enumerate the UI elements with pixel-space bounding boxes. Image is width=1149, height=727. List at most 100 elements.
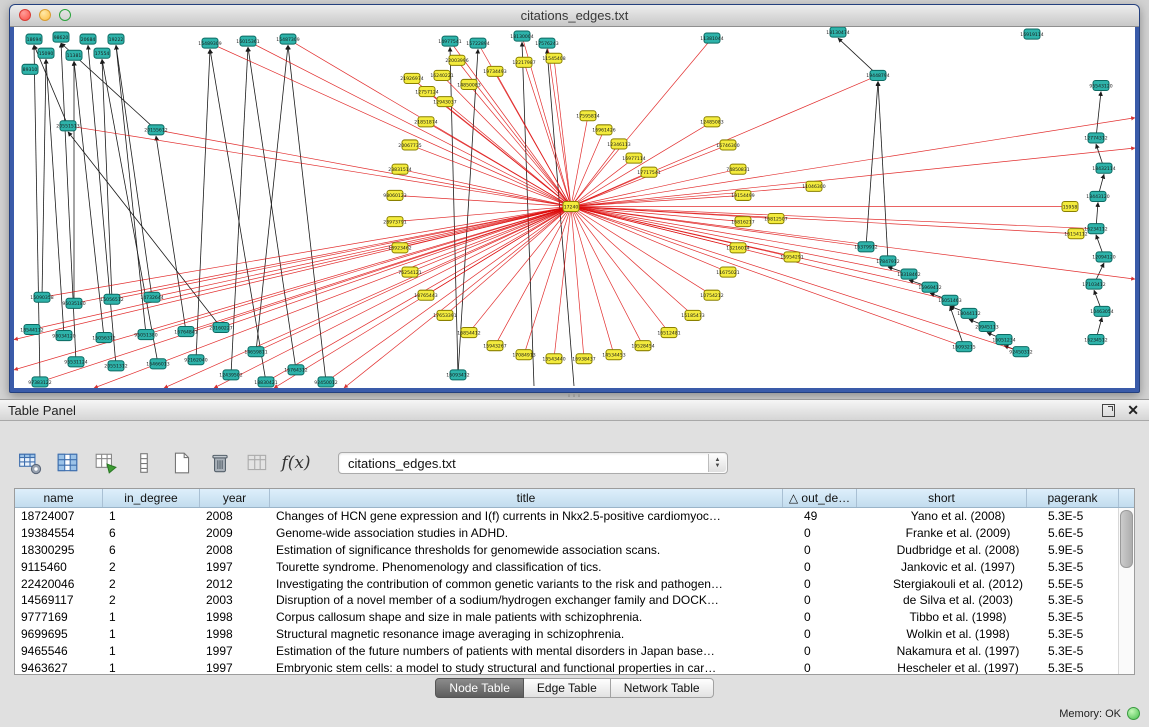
graph-node[interactable]: 13443120	[1086, 191, 1109, 201]
table-scrollbar[interactable]	[1118, 508, 1134, 674]
column-header-year[interactable]: year	[200, 489, 270, 507]
close-window-button[interactable]	[19, 9, 31, 21]
table-dropdown[interactable]: citations_edges.txt ▲ ▼	[338, 452, 728, 474]
graph-node[interactable]: 92450012	[314, 377, 337, 387]
graph-node[interactable]: 16015361	[236, 36, 259, 46]
table-row[interactable]: 946362711997Embryonic stem cells: a mode…	[15, 659, 1134, 675]
graph-node[interactable]: 20945113	[975, 321, 998, 331]
graph-node[interactable]: 19154499	[731, 190, 754, 200]
graph-node[interactable]: 15056512	[100, 294, 123, 304]
graph-node[interactable]: 16816217	[731, 217, 754, 227]
graph-node[interactable]: 19448794	[866, 70, 889, 80]
graph-node[interactable]: 16051234	[992, 335, 1015, 345]
graph-node[interactable]: 95035180	[62, 298, 85, 308]
graph-node[interactable]: 12774312	[1084, 133, 1107, 143]
graph-node[interactable]: 15943267	[483, 341, 506, 351]
graph-node[interactable]: 18923462	[388, 243, 411, 253]
graph-node[interactable]: 76254121	[398, 267, 421, 277]
table-row[interactable]: 946554611997Estimation of the future num…	[15, 642, 1134, 659]
scrollbar-thumb[interactable]	[1120, 510, 1133, 568]
graph-node[interactable]: 15489309	[198, 38, 221, 48]
graph-node[interactable]: 92450312	[1009, 347, 1032, 357]
graph-node[interactable]: 16854412	[457, 327, 480, 337]
close-panel-icon[interactable]: ✕	[1127, 403, 1139, 417]
new-file-icon[interactable]	[168, 449, 196, 477]
graph-node[interactable]: 15722894	[466, 38, 489, 48]
column-header-name[interactable]: name	[15, 489, 103, 507]
graph-node[interactable]: 16379912	[854, 242, 877, 252]
graph-node[interactable]: 14534453	[602, 350, 625, 360]
graph-node[interactable]: 15090358	[30, 292, 53, 302]
graph-node[interactable]: 18765443	[414, 290, 437, 300]
graph-node[interactable]: 89310	[22, 64, 38, 74]
graph-node[interactable]: 14977541	[438, 36, 461, 46]
float-panel-icon[interactable]	[1102, 404, 1115, 417]
graph-node[interactable]: 15185473	[681, 310, 704, 320]
graph-node[interactable]: 21926974	[400, 73, 423, 83]
graph-node[interactable]: 15090	[38, 48, 54, 58]
graph-node[interactable]: 11381044	[700, 33, 723, 43]
panel-divider[interactable]	[0, 391, 1149, 399]
graph-node[interactable]: 12943037	[433, 97, 456, 107]
graph-node[interactable]: 18544112	[20, 324, 43, 334]
graph-node[interactable]: 22003996	[445, 55, 468, 65]
table-mode-icon[interactable]	[16, 449, 44, 477]
tab-edge-table[interactable]: Edge Table	[524, 678, 611, 698]
graph-node[interactable]: 20551312	[104, 361, 127, 371]
zoom-window-button[interactable]	[59, 9, 71, 21]
graph-node[interactable]: 16240221	[430, 70, 453, 80]
show-columns-icon[interactable]	[54, 449, 82, 477]
graph-node[interactable]: 11381	[66, 50, 82, 60]
graph-node[interactable]: 16961426	[592, 125, 615, 135]
graph-node[interactable]: 12439502	[219, 370, 242, 380]
graph-node[interactable]: 17084913	[512, 350, 535, 360]
graph-node[interactable]: 92162040	[184, 355, 207, 365]
divider-grip[interactable]	[568, 394, 582, 397]
table-row[interactable]: 977716911998Corpus callosum shape and si…	[15, 609, 1134, 626]
graph-node[interactable]: 10463054	[1090, 306, 1113, 316]
table-row[interactable]: 969969511998Structural magnetic resonanc…	[15, 626, 1134, 643]
graph-node[interactable]: 14732644	[140, 292, 163, 302]
graph-node[interactable]: 15487309	[276, 34, 299, 44]
graph-node[interactable]: 18130004	[510, 31, 533, 41]
graph-node[interactable]: 16977114	[622, 153, 645, 163]
graph-node[interactable]: 16919114	[1020, 29, 1043, 39]
graph-node[interactable]: 16746300	[716, 140, 739, 150]
graph-node[interactable]: 18130474	[826, 27, 849, 37]
graph-node[interactable]: 17103412	[1082, 279, 1105, 289]
graph-node[interactable]: 11545408	[542, 53, 565, 63]
graph-node[interactable]: 20160227	[209, 322, 232, 332]
graph-node[interactable]: 19222	[108, 34, 124, 44]
column-header-pagerank[interactable]: pagerank	[1027, 489, 1119, 507]
graph-node[interactable]: 11046300	[802, 181, 825, 191]
graph-node[interactable]: 28973791	[383, 217, 406, 227]
graph-node[interactable]: 18044112	[957, 308, 980, 318]
graph-node[interactable]: 18432114	[1092, 163, 1115, 173]
graph-node[interactable]: 98620	[53, 32, 69, 42]
column-icon[interactable]	[130, 449, 158, 477]
table-row[interactable]: 911546021997Tourette syndrome. Phenomeno…	[15, 558, 1134, 575]
graph-node[interactable]: 14850083	[457, 79, 480, 89]
window-titlebar[interactable]: citations_edges.txt	[10, 5, 1139, 27]
graph-node[interactable]: 16938437	[572, 354, 595, 364]
graph-node[interactable]: 16093215	[952, 342, 975, 352]
tab-node-table[interactable]: Node Table	[435, 678, 524, 698]
graph-node[interactable]: 16512481	[657, 327, 680, 337]
network-canvas[interactable]: 1724011545408122179871973449314850083129…	[14, 27, 1135, 388]
graph-node[interactable]: 12094120	[1092, 252, 1115, 262]
column-header-in_degree[interactable]: in_degree	[103, 489, 200, 507]
table-row[interactable]: 2242004622012Investigating the contribut…	[15, 575, 1134, 592]
graph-node[interactable]: 11675021	[716, 267, 739, 277]
graph-node[interactable]: 20551513	[56, 121, 79, 131]
table-row[interactable]: 1456911722003Disruption of a novel membe…	[15, 592, 1134, 609]
table-row[interactable]: 1830029562008Estimation of significance …	[15, 542, 1134, 559]
column-header-out_degree[interactable]: △ out_de…	[783, 489, 857, 507]
graph-node[interactable]: 17595814	[576, 111, 599, 121]
graph-node[interactable]: 16234512	[1084, 335, 1107, 345]
graph-node[interactable]: 95531124	[64, 357, 87, 367]
graph-node[interactable]: 14659811	[244, 347, 267, 357]
graph-node[interactable]: 17554	[94, 48, 110, 58]
tab-network-table[interactable]: Network Table	[611, 678, 714, 698]
graph-node[interactable]: 17847912	[876, 256, 899, 266]
table-row[interactable]: 1938455462009Genome-wide association stu…	[15, 525, 1134, 542]
